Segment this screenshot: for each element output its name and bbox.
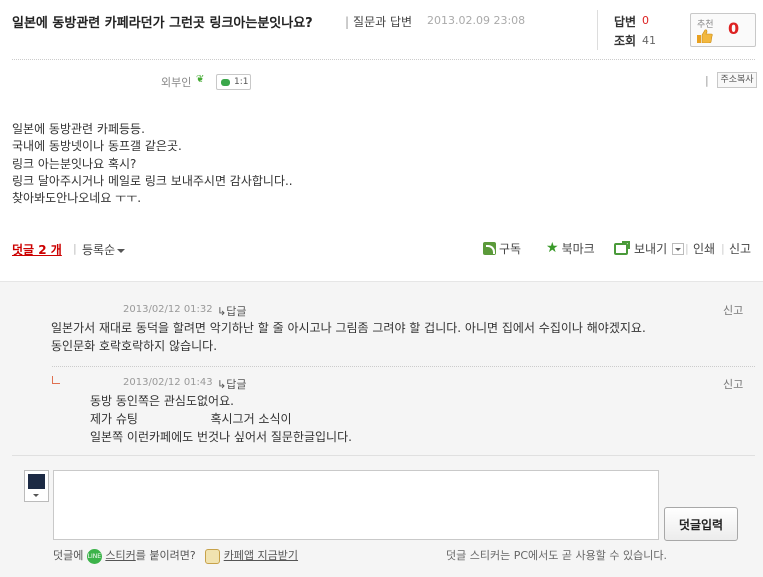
leaf-icon: ❦ xyxy=(196,74,205,85)
comment-date: 2013/02/12 01:32 xyxy=(123,304,213,315)
comment-count-link[interactable]: 덧글 2 개 xyxy=(12,241,62,258)
content-line: 일본에 동방관련 카페등등. xyxy=(12,122,145,136)
recommend-count: 0 xyxy=(728,19,740,38)
sort-dropdown[interactable]: 등록순 xyxy=(82,241,126,258)
print-button[interactable]: 인쇄 xyxy=(693,240,715,257)
post-title: 일본에 동방관련 카페라던가 그런곳 링크아는분잇나요? xyxy=(12,16,313,31)
author-name[interactable]: 외부인 xyxy=(161,74,191,90)
chevron-down-icon xyxy=(33,494,39,497)
share-arrow-icon xyxy=(614,240,630,255)
copy-address-button[interactable]: 주소복사 xyxy=(717,72,757,88)
category-link[interactable]: 질문과 답변 xyxy=(353,15,412,29)
chat-button[interactable]: 1:1 xyxy=(216,74,251,90)
chat-bubble-icon xyxy=(221,78,230,86)
answers-count: 0 xyxy=(642,14,649,27)
post-category: | 질문과 답변 xyxy=(345,15,413,29)
report-button[interactable]: 신고 xyxy=(729,240,751,257)
send-dropdown-icon[interactable] xyxy=(672,242,685,255)
line-icon: LINE xyxy=(86,548,102,564)
header-separator xyxy=(12,59,755,60)
chevron-down-icon xyxy=(117,248,126,253)
sort-separator: | xyxy=(73,242,77,255)
sticker-help: 덧글에 LINE 스티커를 붙이려면? 카페앱 지금받기 xyxy=(53,548,299,564)
reply-indent-icon xyxy=(52,376,60,384)
star-icon: ★ xyxy=(546,240,559,256)
thumbs-up-icon xyxy=(697,29,713,43)
avatar xyxy=(28,474,45,489)
rss-icon xyxy=(483,242,496,255)
comment-date: 2013/02/12 01:43 xyxy=(123,377,213,388)
content-line: 찾아봐도안나오네요 ㅜㅜ. xyxy=(12,191,142,206)
comment-input[interactable] xyxy=(53,470,659,540)
comment-text: 동방 동인쪽은 관심도없어요. 제가 슈팅 혹시그거 소식이 일본쪽 이런카페에… xyxy=(90,394,352,444)
answers-label: 답변 xyxy=(614,15,637,29)
comment-report-link[interactable]: 신고 xyxy=(723,302,743,318)
views-label: 조회 xyxy=(614,34,637,48)
recommend-button[interactable]: 추천 0 xyxy=(690,13,756,47)
cafe-app-icon xyxy=(205,548,221,564)
bookmark-button[interactable]: ★ 북마크 xyxy=(546,240,595,257)
comment-text: 일본가서 재대로 동덕을 할려면 악기하난 할 줄 아시고나 그림좀 그려야 할… xyxy=(51,321,646,353)
comment-divider xyxy=(52,366,755,367)
avatar-selector[interactable] xyxy=(24,470,49,502)
reply-link[interactable]: ↳답글 xyxy=(217,376,246,392)
pc-notice: 덧글 스티커는 PC에서도 곧 사용할 수 있습니다. xyxy=(446,549,667,562)
header-divider xyxy=(597,10,598,50)
submit-comment-button[interactable]: 덧글입력 xyxy=(664,507,738,541)
comment-form-divider xyxy=(12,455,755,456)
toolbar-separator: | xyxy=(721,242,725,255)
post-content: 일본에 동방관련 카페등등. 국내에 동방넷이나 동프갤 같은곳. 링크 아는분… xyxy=(12,121,293,207)
reply-link[interactable]: ↳답글 xyxy=(217,303,246,319)
chat-label: 1:1 xyxy=(234,77,249,87)
comment-report-link[interactable]: 신고 xyxy=(723,376,743,392)
address-separator: | xyxy=(705,74,709,87)
views-count: 41 xyxy=(642,34,656,47)
send-button[interactable]: 보내기 xyxy=(614,240,685,257)
sticker-link[interactable]: 스티커 xyxy=(105,549,135,562)
content-line: 국내에 동방넷이나 동프갤 같은곳. xyxy=(12,139,182,154)
content-line: 링크 아는분잇나요 혹시? xyxy=(12,156,137,171)
cafe-app-link[interactable]: 카페앱 지금받기 xyxy=(224,549,298,562)
toolbar-separator: | xyxy=(685,242,689,255)
content-line: 링크 달아주시거나 메일로 링크 보내주시면 감사합니다.. xyxy=(12,173,293,188)
subscribe-button[interactable]: 구독 xyxy=(483,240,521,257)
post-date: 2013.02.09 23:08 xyxy=(427,14,526,27)
